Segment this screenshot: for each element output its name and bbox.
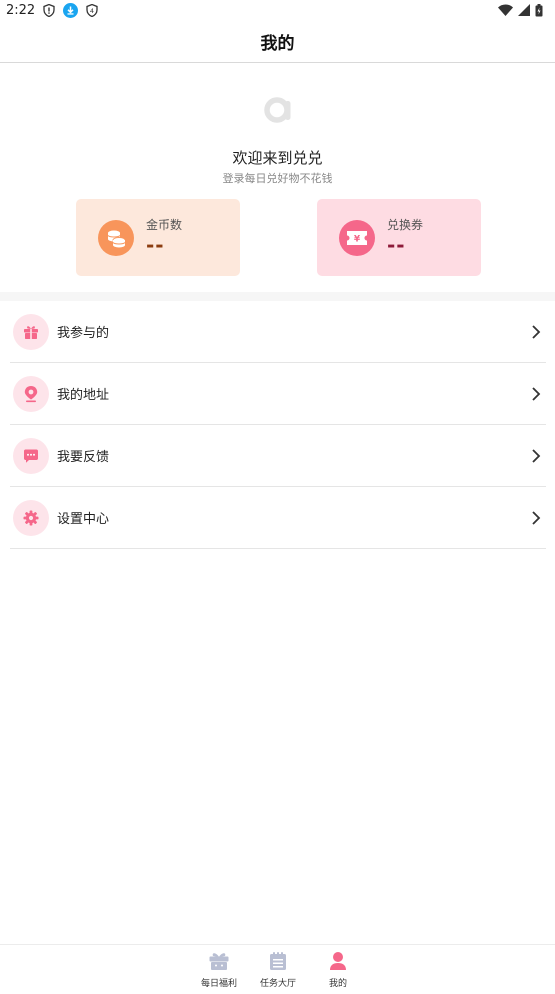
menu-item-participated[interactable]: 我参与的 xyxy=(10,301,546,363)
menu-item-label: 我参与的 xyxy=(57,326,110,341)
menu-item-label: 设置中心 xyxy=(57,512,110,527)
download-icon xyxy=(63,2,79,18)
menu-item-feedback[interactable]: 我要反馈 xyxy=(10,425,546,487)
vpn-key-icon: 4 xyxy=(86,3,98,17)
gift-icon xyxy=(13,313,49,350)
status-bar: 2:22 4 xyxy=(0,0,555,20)
vouchers-value: -- xyxy=(387,233,406,257)
chat-bubble-icon xyxy=(13,437,49,474)
ticket-icon: ¥ xyxy=(339,220,375,256)
svg-text:4: 4 xyxy=(90,7,94,15)
welcome-text[interactable]: 欢迎来到兑兑 xyxy=(0,147,555,168)
chevron-right-icon xyxy=(530,324,542,340)
coins-value: -- xyxy=(146,233,165,257)
menu-item-settings[interactable]: 设置中心 xyxy=(10,487,546,549)
nav-label: 我的 xyxy=(328,979,347,989)
battery-icon xyxy=(535,3,543,17)
menu-item-address[interactable]: 我的地址 xyxy=(10,363,546,425)
location-pin-icon xyxy=(13,375,49,412)
section-divider xyxy=(0,292,555,301)
menu-item-label: 我要反馈 xyxy=(57,450,110,465)
status-right xyxy=(498,3,543,17)
svg-text:¥: ¥ xyxy=(354,235,361,245)
chevron-right-icon xyxy=(530,510,542,526)
bottom-nav: 每日福利 任务大厅 我的 xyxy=(0,944,555,994)
menu-item-label: 我的地址 xyxy=(57,388,110,403)
chevron-right-icon xyxy=(530,386,542,402)
menu-list: 我参与的 我的地址 我要反馈 设置中心 xyxy=(10,301,546,549)
nav-task-hall[interactable]: 任务大厅 xyxy=(248,949,308,989)
login-subtitle[interactable]: 登录每日兑好物不花钱 xyxy=(0,170,555,186)
coins-card[interactable]: 金币数 -- xyxy=(76,199,240,276)
vouchers-label: 兑换券 xyxy=(387,218,424,232)
status-left: 2:22 4 xyxy=(6,2,98,18)
page-title: 我的 xyxy=(260,33,295,54)
status-time: 2:22 xyxy=(6,2,36,18)
nav-daily-welfare[interactable]: 每日福利 xyxy=(189,949,249,989)
shield-alert-icon xyxy=(43,3,55,17)
coins-icon xyxy=(98,220,134,256)
logo-a-icon[interactable] xyxy=(263,95,293,125)
coins-label: 金币数 xyxy=(146,218,183,232)
vouchers-card[interactable]: ¥ 兑换券 -- xyxy=(317,199,481,276)
profile-section: 欢迎来到兑兑 登录每日兑好物不花钱 金币数 -- ¥ 兑换券 -- xyxy=(0,63,555,292)
nav-mine[interactable]: 我的 xyxy=(308,949,368,989)
signal-icon xyxy=(518,4,530,16)
chevron-right-icon xyxy=(530,448,542,464)
nav-label: 任务大厅 xyxy=(259,979,296,989)
gear-icon xyxy=(13,499,49,536)
gift-box-icon xyxy=(207,949,231,973)
page-header: 我的 xyxy=(0,20,555,63)
nav-label: 每日福利 xyxy=(200,979,237,989)
user-icon xyxy=(326,949,350,973)
wifi-icon xyxy=(498,4,513,16)
calendar-icon xyxy=(266,949,290,973)
